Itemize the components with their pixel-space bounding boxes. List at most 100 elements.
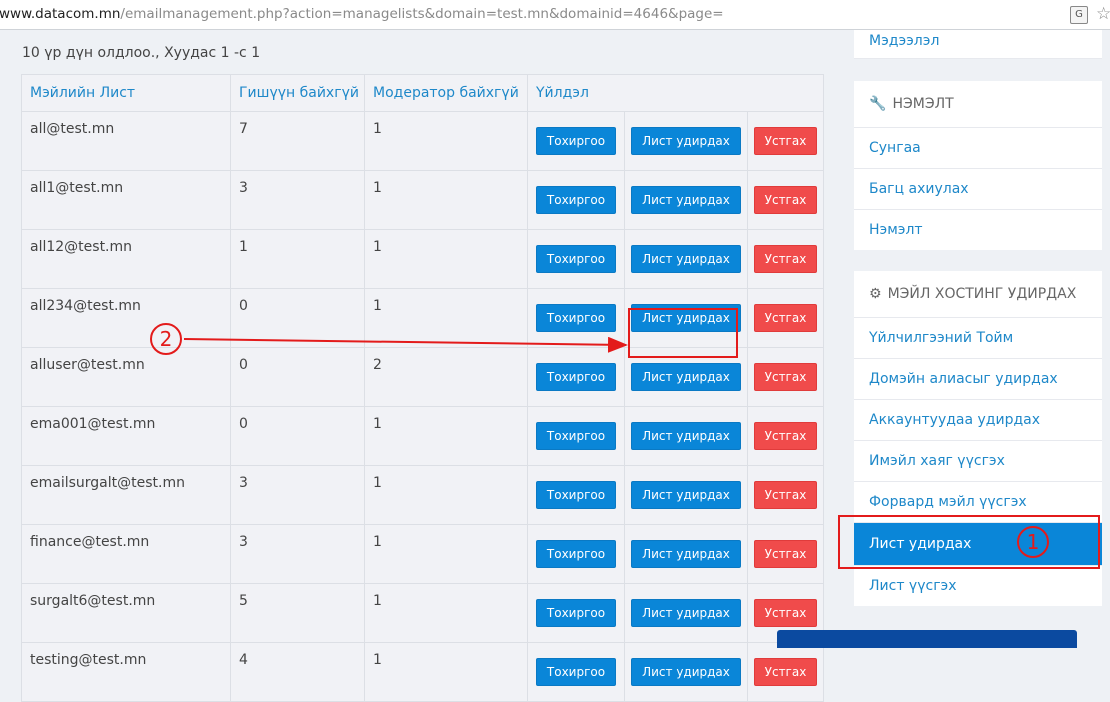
translate-icon[interactable]: G — [1070, 6, 1088, 24]
members-cell: 0 — [230, 288, 365, 348]
delete-button[interactable]: Устгах — [753, 245, 818, 273]
sidebar-item-info[interactable]: Мэдээлэл — [854, 30, 1102, 59]
manage-cell: Лист удирдах — [624, 406, 748, 466]
manage-list-button[interactable]: Лист удирдах — [631, 658, 741, 686]
moderators-cell: 1 — [364, 642, 528, 702]
sidebar-item-create-list[interactable]: Лист үүсгэх — [854, 566, 1102, 606]
configure-cell: Тохиргоо — [527, 583, 625, 643]
configure-cell: Тохиргоо — [527, 347, 625, 407]
list-name-cell: all234@test.mn — [21, 288, 231, 348]
moderators-cell: 1 — [364, 406, 528, 466]
manage-cell: Лист удирдах — [624, 111, 748, 171]
list-name-cell: all1@test.mn — [21, 170, 231, 230]
members-cell: 3 — [230, 465, 365, 525]
sidebar-item-renew[interactable]: Сунгаа — [854, 128, 1102, 169]
delete-cell: Устгах — [747, 111, 824, 171]
footer-panel-edge — [777, 630, 1077, 648]
delete-cell: Устгах — [747, 229, 824, 289]
manage-list-button[interactable]: Лист удирдах — [631, 540, 741, 568]
configure-button[interactable]: Тохиргоо — [535, 599, 617, 627]
annotation-marker-1: 1 — [1017, 526, 1049, 558]
list-name-cell: all@test.mn — [21, 111, 231, 171]
members-cell: 3 — [230, 170, 365, 230]
url-text[interactable]: www.datacom.mn/emailmanagement.php?actio… — [0, 6, 724, 22]
mailing-list-table: Мэйлийн Лист Гишүүн байхгүй Модератор ба… — [21, 74, 824, 702]
manage-list-button[interactable]: Лист удирдах — [631, 422, 741, 450]
list-name-cell: testing@test.mn — [21, 642, 231, 702]
manage-list-button[interactable]: Лист удирдах — [631, 481, 741, 509]
configure-button[interactable]: Тохиргоо — [535, 186, 617, 214]
configure-button[interactable]: Тохиргоо — [535, 658, 617, 686]
sidebar-item-accounts[interactable]: Аккаунтуудаа удирдах — [854, 400, 1102, 441]
sidebar-extra-panel: 🔧 НЭМЭЛТ Сунгаа Багц ахиулах Нэмэлт — [854, 81, 1102, 250]
delete-cell: Устгах — [747, 524, 824, 584]
list-name-cell: finance@test.mn — [21, 524, 231, 584]
manage-list-button[interactable]: Лист удирдах — [631, 186, 741, 214]
annotation-box-2 — [628, 308, 738, 358]
moderators-cell: 1 — [364, 229, 528, 289]
manage-list-button[interactable]: Лист удирдах — [631, 127, 741, 155]
delete-button[interactable]: Устгах — [753, 599, 818, 627]
configure-button[interactable]: Тохиргоо — [535, 304, 617, 332]
delete-button[interactable]: Устгах — [753, 304, 818, 332]
moderators-cell: 1 — [364, 524, 528, 584]
column-header-members[interactable]: Гишүүн байхгүй — [230, 74, 365, 112]
column-header-moderators[interactable]: Модератор байхгүй — [364, 74, 528, 112]
sidebar-item-addons[interactable]: Нэмэлт — [854, 210, 1102, 250]
configure-button[interactable]: Тохиргоо — [535, 481, 617, 509]
manage-list-button[interactable]: Лист удирдах — [631, 245, 741, 273]
delete-button[interactable]: Устгах — [753, 658, 818, 686]
list-name-cell: alluser@test.mn — [21, 347, 231, 407]
annotation-box-1 — [838, 515, 1100, 569]
configure-button[interactable]: Тохиргоо — [535, 127, 617, 155]
manage-cell: Лист удирдах — [624, 524, 748, 584]
configure-cell: Тохиргоо — [527, 288, 625, 348]
wrench-icon: 🔧 — [869, 96, 887, 112]
sidebar-item-overview[interactable]: Үйлчилгээний Тойм — [854, 318, 1102, 359]
hosting-panel-title: МЭЙЛ ХОСТИНГ УДИРДАХ — [887, 286, 1077, 302]
manage-cell: Лист удирдах — [624, 642, 748, 702]
sidebar-item-upgrade[interactable]: Багц ахиулах — [854, 169, 1102, 210]
configure-button[interactable]: Тохиргоо — [535, 363, 617, 391]
configure-cell: Тохиргоо — [527, 406, 625, 466]
delete-button[interactable]: Устгах — [753, 127, 818, 155]
delete-cell: Устгах — [747, 347, 824, 407]
delete-cell: Устгах — [747, 642, 824, 702]
annotation-marker-2: 2 — [150, 323, 182, 355]
bookmark-star-icon[interactable]: ☆ — [1096, 4, 1110, 24]
configure-button[interactable]: Тохиргоо — [535, 540, 617, 568]
manage-cell: Лист удирдах — [624, 465, 748, 525]
table-row: ema001@test.mn 0 1 Тохиргоо Лист удирдах Устг… — [21, 406, 824, 466]
delete-cell: Устгах — [747, 465, 824, 525]
delete-button[interactable]: Устгах — [753, 363, 818, 391]
moderators-cell: 1 — [364, 288, 528, 348]
configure-cell: Тохиргоо — [527, 229, 625, 289]
configure-cell: Тохиргоо — [527, 642, 625, 702]
manage-list-button[interactable]: Лист удирдах — [631, 363, 741, 391]
column-header-list[interactable]: Мэйлийн Лист — [21, 74, 231, 112]
members-cell: 3 — [230, 524, 365, 584]
members-cell: 5 — [230, 583, 365, 643]
moderators-cell: 1 — [364, 111, 528, 171]
delete-button[interactable]: Устгах — [753, 481, 818, 509]
configure-cell: Тохиргоо — [527, 170, 625, 230]
browser-address-bar[interactable]: www.datacom.mn/emailmanagement.php?actio… — [0, 0, 1110, 30]
delete-button[interactable]: Устгах — [753, 186, 818, 214]
extra-panel-title: НЭМЭЛТ — [892, 96, 954, 112]
extra-panel-header: 🔧 НЭМЭЛТ — [854, 81, 1102, 128]
delete-button[interactable]: Устгах — [753, 422, 818, 450]
delete-button[interactable]: Устгах — [753, 540, 818, 568]
moderators-cell: 1 — [364, 465, 528, 525]
table-row: all1@test.mn 3 1 Тохиргоо Лист удирдах Устгах — [21, 170, 824, 230]
sidebar-item-domain-alias[interactable]: Домэйн алиасыг удирдах — [854, 359, 1102, 400]
manage-list-button[interactable]: Лист удирдах — [631, 599, 741, 627]
moderators-cell: 1 — [364, 583, 528, 643]
members-cell: 0 — [230, 347, 365, 407]
configure-button[interactable]: Тохиргоо — [535, 245, 617, 273]
table-row: testing@test.mn 4 1 Тохиргоо Лист удирдах Уст… — [21, 642, 824, 702]
configure-button[interactable]: Тохиргоо — [535, 422, 617, 450]
sidebar-item-create-email[interactable]: Имэйл хаяг үүсгэх — [854, 441, 1102, 482]
moderators-cell: 1 — [364, 170, 528, 230]
members-cell: 4 — [230, 642, 365, 702]
list-name-cell: emailsurgalt@test.mn — [21, 465, 231, 525]
